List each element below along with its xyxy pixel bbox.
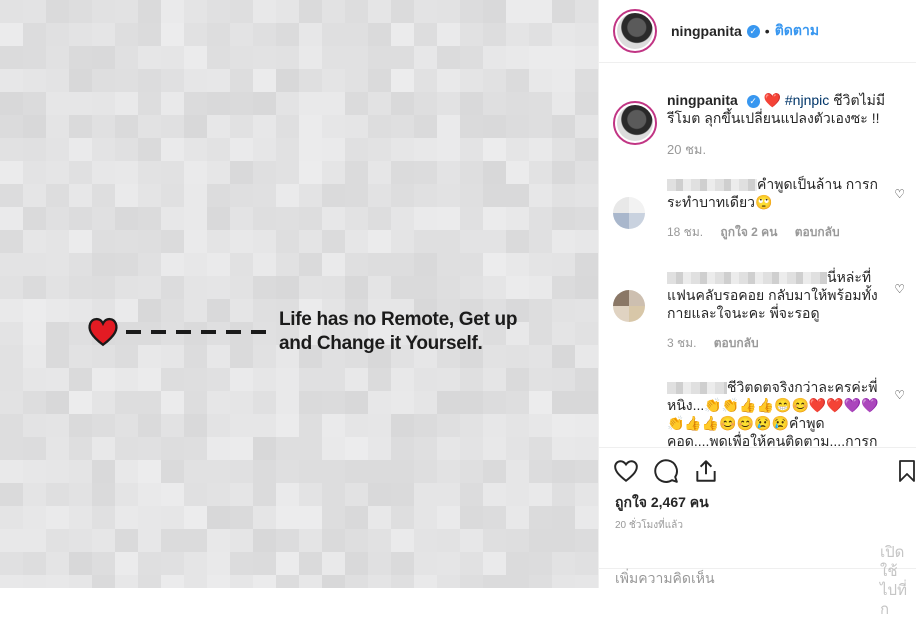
verified-badge-icon: ✓ xyxy=(746,94,760,108)
post-timestamp[interactable]: 20 ชั่วโมงที่แล้ว xyxy=(615,518,683,533)
hashtag-link[interactable]: #njnpic xyxy=(785,92,829,108)
like-heart-icon[interactable] xyxy=(613,458,639,484)
commenter-avatar[interactable] xyxy=(613,197,645,229)
comment-item: ชีวิตดตจริงกว่าละครค่ะพี่หนิง...👏👏👍👍😁😊❤️… xyxy=(613,378,907,446)
watermark-line-1: เปิดใช้ xyxy=(880,544,905,580)
avatar[interactable] xyxy=(613,9,657,53)
save-bookmark-icon[interactable] xyxy=(895,458,916,484)
verified-badge-icon: ✓ xyxy=(746,24,760,38)
post-image[interactable]: Life has no Remote, Get up and Change it… xyxy=(0,0,598,588)
pixelated-background xyxy=(0,0,598,588)
commenter-name-blurred[interactable] xyxy=(667,272,827,285)
comment-meta: 18 ชม. ถูกใจ 2 คน ตอบกลับ xyxy=(667,223,887,241)
commenter-name-blurred[interactable] xyxy=(667,179,757,192)
comment-like-icon[interactable]: ♡ xyxy=(894,282,905,296)
heart-icon xyxy=(88,317,118,347)
comment-item: นี่หล่ะที่แฟนคลับรอคอย กลับมาให้พร้อมทั้… xyxy=(613,268,907,352)
commenter-name-blurred[interactable] xyxy=(667,382,727,395)
comment-like-icon[interactable]: ♡ xyxy=(894,187,905,201)
watermark-line-2: ไปที่ก xyxy=(880,582,907,618)
comments-list[interactable]: ningpanita ✓ ❤️ #njnpic ชีวิตไม่มีรีโมต … xyxy=(599,63,916,446)
comment-meta: 3 ชม. ตอบกลับ xyxy=(667,334,887,352)
caption: ningpanita ✓ ❤️ #njnpic ชีวิตไม่มีรีโมต … xyxy=(613,91,907,159)
likes-count[interactable]: ถูกใจ 2,467 คน xyxy=(615,492,709,514)
post-header: ningpanita ✓ • ติดตาม xyxy=(599,0,916,63)
quote-line-1: Life has no Remote, Get up xyxy=(279,309,518,330)
post-side-panel: ningpanita ✓ • ติดตาม ningpanita ✓ ❤️ #n… xyxy=(598,0,916,588)
caption-time: 20 ชม. xyxy=(667,142,707,157)
caption-heart-emoji: ❤️ xyxy=(763,92,781,108)
windows-activation-watermark: เปิดใช้ ไปที่ก xyxy=(880,543,916,619)
caption-username[interactable]: ningpanita xyxy=(667,92,738,108)
comment-item: คำพูดเป็นล้าน การกระทำบาทเดียว🙄 18 ชม. ถ… xyxy=(613,175,907,241)
quote-line-2: and Change it Yourself. xyxy=(279,333,483,354)
comment-bubble-icon[interactable] xyxy=(653,458,679,484)
add-comment-input[interactable]: เพิ่มความคิดเห็น xyxy=(615,569,715,587)
dashed-line xyxy=(126,330,271,334)
separator: • xyxy=(764,23,770,39)
comment-like-icon[interactable]: ♡ xyxy=(894,388,905,402)
follow-button[interactable]: ติดตาม xyxy=(775,20,819,42)
post-actions: ถูกใจ 2,467 คน 20 ชั่วโมงที่แล้ว เพิ่มคว… xyxy=(599,447,916,589)
comment-time: 3 ชม. xyxy=(667,336,697,350)
commenter-avatar[interactable] xyxy=(613,290,645,322)
header-username[interactable]: ningpanita xyxy=(671,23,742,39)
comment-likes[interactable]: ถูกใจ 2 คน xyxy=(720,225,777,239)
share-icon[interactable] xyxy=(693,458,719,484)
reply-button[interactable]: ตอบกลับ xyxy=(795,225,840,239)
caption-avatar[interactable] xyxy=(613,101,657,145)
quote-graphic: Life has no Remote, Get up and Change it… xyxy=(86,308,517,356)
comment-time: 18 ชม. xyxy=(667,225,704,239)
add-comment-bar: เพิ่มความคิดเห็น xyxy=(599,568,916,590)
reply-button[interactable]: ตอบกลับ xyxy=(714,336,759,350)
